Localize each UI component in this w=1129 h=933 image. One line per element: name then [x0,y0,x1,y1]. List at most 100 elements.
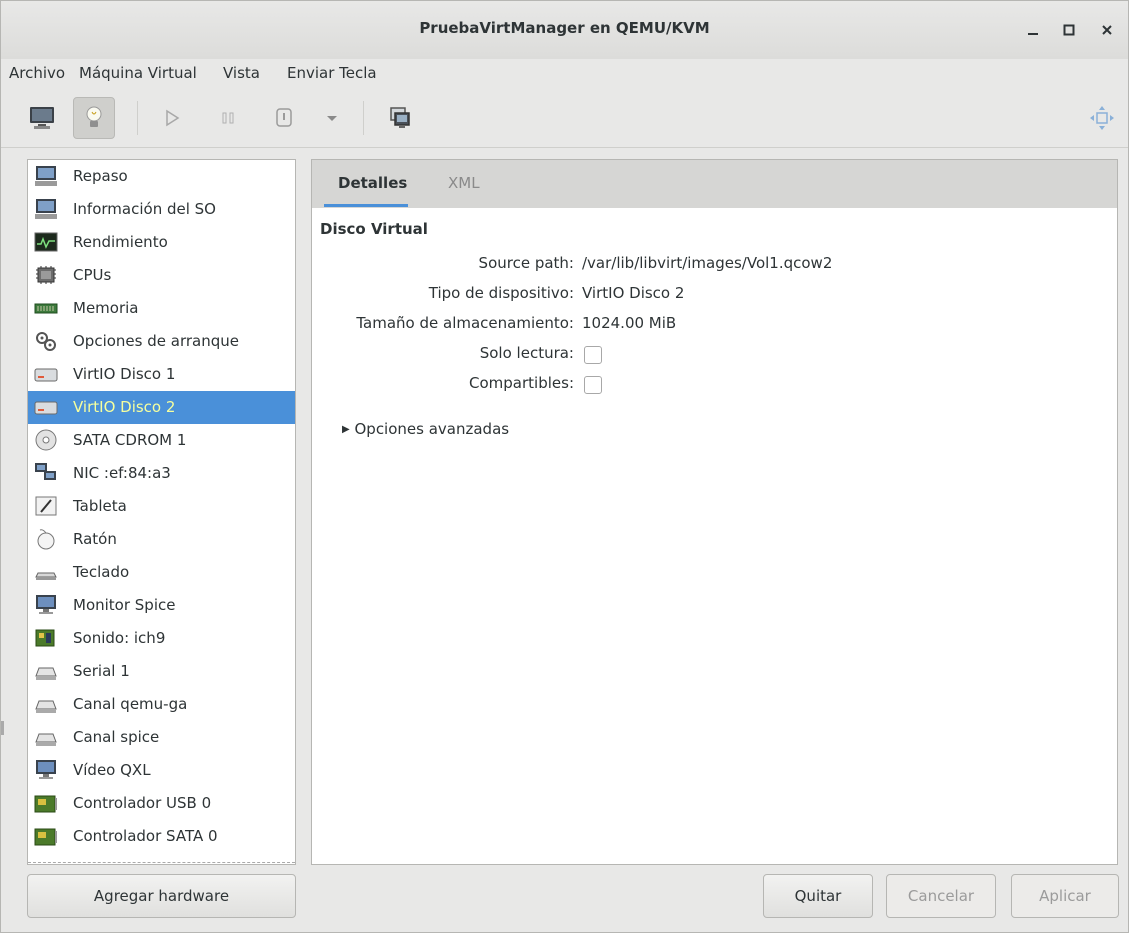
advanced-options-label: Opciones avanzadas [354,420,510,438]
sidebar-item[interactable]: Rendimiento [28,226,295,259]
expander-arrow-icon: ▶ [342,424,350,435]
menu-enviar-tecla[interactable]: Enviar Tecla [287,64,377,82]
device-type-value: VirtIO Disco 2 [582,284,685,302]
display-icon [34,759,58,781]
sidebar-item[interactable]: Sonido: ich9 [28,622,295,655]
sidebar-item-label: Canal spice [73,728,160,746]
storage-size-value: 1024.00 MiB [582,314,677,332]
sidebar-item-label: Información del SO [73,200,216,218]
sidebar-item[interactable]: Canal qemu-ga [28,688,295,721]
memory-stick-icon [34,297,58,319]
close-button[interactable] [1094,17,1120,43]
tab-bar: Detalles XML [312,160,1117,208]
sidebar-item[interactable]: Serial 1 [28,655,295,688]
pause-icon [222,112,234,124]
maximize-button[interactable] [1056,17,1082,43]
storage-size-label: Tamaño de almacenamiento: [356,314,574,332]
shareable-label: Compartibles: [469,374,574,392]
pause-button[interactable] [207,97,249,139]
computer-icon [34,198,58,220]
sidebar-item[interactable]: Tableta [28,490,295,523]
fullscreen-move-icon [1090,106,1114,130]
details-panel: Detalles XML Disco Virtual Source path: … [311,159,1118,865]
sidebar-item-label: Monitor Spice [73,596,176,614]
channel-icon [34,693,58,715]
sidebar-item-label: Rendimiento [73,233,168,251]
sidebar-item-label: NIC :ef:84:a3 [73,464,171,482]
sidebar-item-label: Controlador USB 0 [73,794,212,812]
shutdown-menu-dropdown[interactable] [311,97,353,139]
sidebar-item-label: Tableta [73,497,127,515]
sidebar-item-label: Teclado [73,563,130,581]
menu-vista[interactable]: Vista [223,64,260,82]
sidebar-item[interactable]: VirtIO Disco 2 [28,391,295,424]
sidebar-item[interactable]: Vídeo QXL [28,754,295,787]
sidebar-item[interactable]: Monitor Spice [28,589,295,622]
shutdown-button[interactable] [263,97,305,139]
sidebar-item[interactable]: Información del SO [28,193,295,226]
readonly-label: Solo lectura: [479,344,574,362]
sidebar-item[interactable]: Teclado [28,556,295,589]
sidebar-item[interactable]: Opciones de arranque [28,325,295,358]
apply-button[interactable]: Aplicar [1011,874,1119,918]
minimize-button[interactable] [1020,17,1046,43]
sidebar-item[interactable]: Controlador USB 0 [28,787,295,820]
shareable-checkbox[interactable] [584,376,602,394]
sidebar-item[interactable]: Canal spice [28,721,295,754]
sidebar-item-label: Repaso [73,167,128,185]
sidebar-item-label: Opciones de arranque [73,332,239,350]
remove-button[interactable]: Quitar [763,874,873,918]
controller-card-icon [34,825,58,847]
source-path-value: /var/lib/libvirt/images/Vol1.qcow2 [582,254,833,272]
sidebar-item[interactable]: VirtIO Disco 1 [28,358,295,391]
toolbar [1,89,1128,148]
dropdown-arrow-icon [327,116,337,121]
sidebar-item[interactable]: SATA CDROM 1 [28,424,295,457]
sidebar-item[interactable]: Repaso [28,160,295,193]
sidebar-item[interactable]: Memoria [28,292,295,325]
console-button[interactable] [21,97,63,139]
active-tab-indicator [324,204,408,207]
snapshot-button[interactable] [379,97,421,139]
sidebar-item-label: Vídeo QXL [73,761,151,779]
sidebar-item-label: Ratón [73,530,117,548]
window-title: PruebaVirtManager en QEMU/KVM [419,19,710,37]
menu-maquina-virtual[interactable]: Máquina Virtual [79,64,197,82]
device-type-label: Tipo de dispositivo: [428,284,574,302]
sidebar-item[interactable]: CPUs [28,259,295,292]
menu-archivo[interactable]: Archivo [9,64,65,82]
add-hardware-button[interactable]: Agregar hardware [27,874,296,918]
sidebar-item-label: Controlador SATA 0 [73,827,218,845]
hard-disk-icon [34,363,58,385]
sidebar-item-label: CPUs [73,266,112,284]
fullscreen-button[interactable] [1081,97,1123,139]
title-bar[interactable]: PruebaVirtManager en QEMU/KVM [1,1,1128,60]
details-button[interactable] [73,97,115,139]
window-resize-grip[interactable] [1,721,4,735]
section-title: Disco Virtual [320,220,428,238]
advanced-options-expander[interactable]: ▶ Opciones avanzadas [342,420,509,438]
lightbulb-icon [86,106,102,127]
tab-detalles[interactable]: Detalles [338,174,407,192]
close-icon [1102,25,1112,35]
tab-xml[interactable]: XML [448,174,480,192]
sidebar-item-label: Memoria [73,299,139,317]
sidebar-item[interactable]: NIC :ef:84:a3 [28,457,295,490]
minimize-icon [1028,33,1038,35]
tablet-icon [34,495,58,517]
readonly-checkbox[interactable] [584,346,602,364]
cancel-button[interactable]: Cancelar [886,874,996,918]
run-button[interactable] [151,97,193,139]
screenshot-icon [390,107,410,128]
hardware-list[interactable]: Repaso Información del SO Rendimiento CPUs M… [27,159,296,865]
cdrom-icon [34,429,58,451]
source-path-label: Source path: [478,254,574,272]
controller-card-icon [34,792,58,814]
sidebar-item[interactable]: Controlador SATA 0 [28,820,295,853]
serial-port-icon [34,660,58,682]
sound-card-icon [34,627,58,649]
sidebar-item[interactable]: Ratón [28,523,295,556]
display-icon [34,594,58,616]
sidebar-item-label: VirtIO Disco 2 [73,398,176,416]
monitor-icon [30,107,54,129]
